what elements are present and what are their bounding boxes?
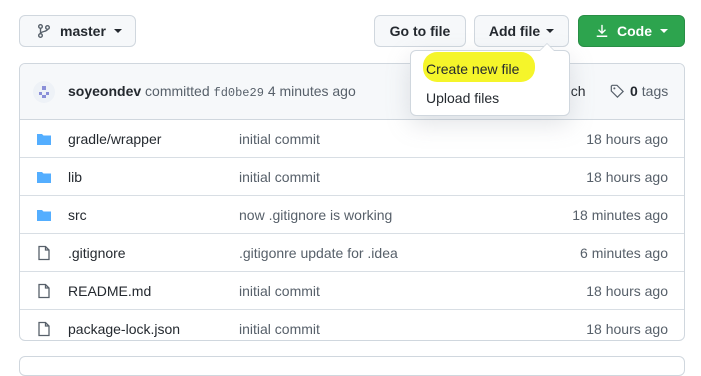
git-branch-icon — [38, 24, 50, 38]
commit-age: 18 hours ago — [586, 320, 668, 337]
chevron-down-icon — [546, 29, 555, 33]
file-name-link[interactable]: gradle/wrapper — [68, 131, 161, 147]
chevron-down-icon — [113, 29, 122, 33]
file-icon — [38, 283, 50, 299]
table-row[interactable]: lib initial commit 18 hours ago — [20, 157, 684, 195]
commit-age: 18 hours ago — [586, 130, 668, 147]
table-row[interactable]: .gitignore .gitigonre update for .idea 6… — [20, 233, 684, 271]
table-row[interactable]: gradle/wrapper initial commit 18 hours a… — [20, 120, 684, 157]
table-row[interactable]: README.md initial commit 18 hours ago — [20, 271, 684, 309]
folder-icon — [37, 172, 51, 183]
commit-message-link[interactable]: initial commit — [239, 131, 320, 147]
go-to-file-label: Go to file — [389, 23, 451, 39]
commit-message-link[interactable]: .gitigonre update for .idea — [239, 245, 398, 261]
file-name-link[interactable]: README.md — [68, 283, 151, 299]
tag-icon — [610, 84, 624, 98]
code-label: Code — [617, 23, 652, 39]
table-row[interactable]: src now .gitignore is working 18 minutes… — [20, 195, 684, 233]
commit-age: 6 minutes ago — [580, 244, 668, 261]
identicon-icon — [39, 86, 49, 98]
folder-icon — [37, 134, 51, 145]
branch-name: master — [60, 23, 106, 39]
file-icon — [38, 245, 50, 261]
add-file-label: Add file — [488, 23, 541, 39]
commit-sha[interactable]: fd0be29 — [214, 86, 264, 100]
commit-age: 18 minutes ago — [572, 206, 668, 223]
tags-link[interactable]: 0 tags — [610, 83, 668, 99]
chevron-down-icon — [660, 29, 668, 33]
commit-verb: committed — [145, 83, 210, 99]
download-icon — [596, 24, 608, 37]
commit-age: 18 hours ago — [586, 168, 668, 185]
file-list: soyeondev committed fd0be29 4 minutes ag… — [19, 63, 685, 341]
file-name-link[interactable]: package-lock.json — [68, 321, 180, 337]
latest-commit-bar: soyeondev committed fd0be29 4 minutes ag… — [20, 64, 684, 120]
commit-summary: soyeondev committed fd0be29 4 minutes ag… — [68, 83, 356, 100]
readme-box — [19, 356, 685, 376]
go-to-file-button[interactable]: Go to file — [374, 15, 466, 47]
commit-time: 4 minutes ago — [267, 83, 356, 99]
upload-files-menu-item[interactable]: Upload files — [426, 90, 499, 106]
file-name-link[interactable]: .gitignore — [68, 245, 126, 261]
add-file-menu-items: Create new file Upload files — [410, 50, 570, 116]
tags-label: tags — [641, 83, 669, 99]
code-button[interactable]: Code — [578, 15, 685, 47]
tags-count: 0 — [630, 83, 638, 99]
file-name-link[interactable]: lib — [68, 169, 82, 185]
commit-message-link[interactable]: initial commit — [239, 321, 320, 337]
commit-age: 18 hours ago — [586, 282, 668, 299]
file-icon — [38, 321, 50, 337]
commit-message-link[interactable]: initial commit — [239, 283, 320, 299]
branch-select-button[interactable]: master — [19, 15, 136, 47]
create-new-file-menu-item[interactable]: Create new file — [426, 61, 519, 77]
file-name-link[interactable]: src — [68, 207, 87, 223]
table-row[interactable]: package-lock.json initial commit 18 hour… — [20, 309, 684, 340]
commit-author[interactable]: soyeondev — [68, 83, 141, 99]
commit-message-link[interactable]: now .gitignore is working — [239, 207, 392, 223]
commit-message-link[interactable]: initial commit — [239, 169, 320, 185]
avatar[interactable] — [33, 81, 55, 103]
folder-icon — [37, 210, 51, 221]
